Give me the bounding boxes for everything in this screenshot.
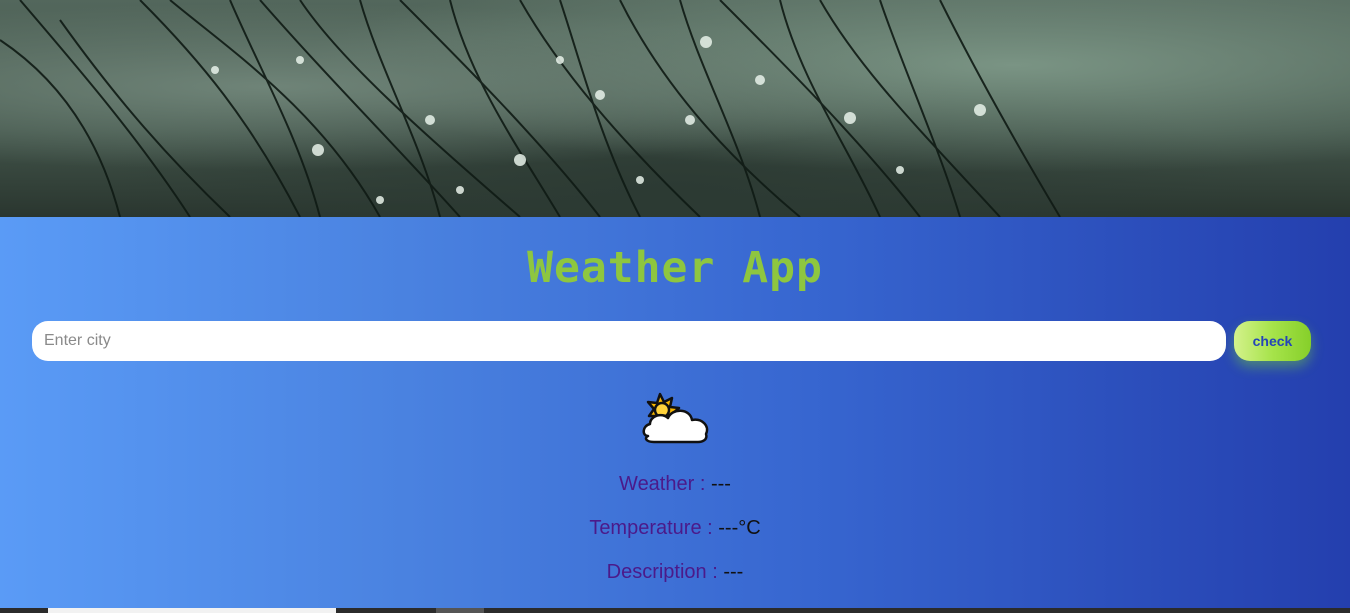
taskbar-strip xyxy=(0,608,1350,613)
taskbar-item[interactable] xyxy=(436,608,484,613)
page-title: Weather App xyxy=(527,243,823,293)
weather-row: Weather : --- xyxy=(0,473,1350,496)
sun-behind-cloud-icon xyxy=(640,390,712,451)
temperature-label: Temperature : xyxy=(589,517,719,539)
check-button[interactable]: check xyxy=(1234,321,1311,361)
description-value: --- xyxy=(723,561,744,583)
temperature-value: ---°C xyxy=(718,517,761,539)
city-search-input[interactable] xyxy=(32,321,1226,361)
description-label: Description : xyxy=(606,561,724,583)
rain-branches-illustration xyxy=(0,0,1061,217)
weather-panel: Weather App check Weather : --- Temperat… xyxy=(0,217,1350,608)
header-background-image xyxy=(0,0,1350,217)
taskbar-item[interactable] xyxy=(48,608,336,613)
weather-value: --- xyxy=(710,473,731,495)
temperature-row: Temperature : ---°C xyxy=(0,517,1350,540)
weather-label: Weather : xyxy=(619,473,711,495)
description-row: Description : --- xyxy=(0,561,1350,584)
